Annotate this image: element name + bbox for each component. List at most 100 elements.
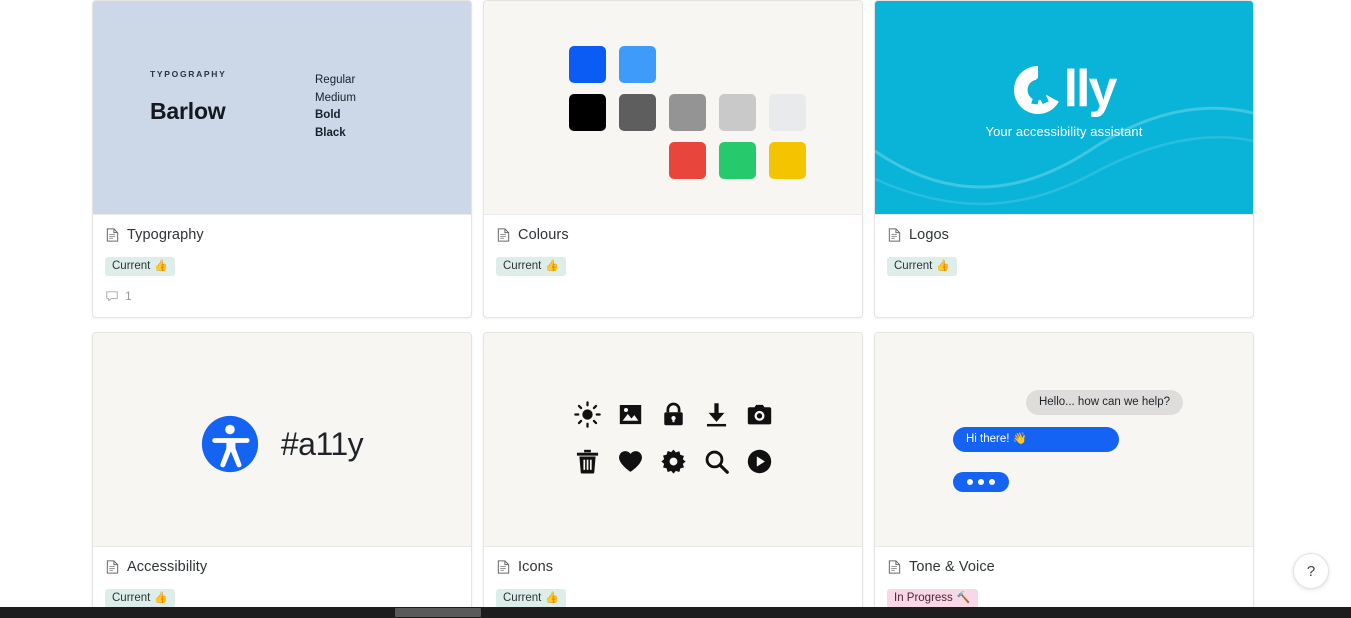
weight-regular: Regular xyxy=(315,74,356,86)
typography-weight-list: Regular Medium Bold Black xyxy=(315,72,356,142)
gallery-card-typography[interactable]: TYPOGRAPHY Barlow Regular Medium Bold Bl… xyxy=(92,0,472,318)
swatch-red xyxy=(669,142,706,179)
document-icon xyxy=(106,560,119,574)
card-title: Accessibility xyxy=(127,559,208,575)
card-title: Icons xyxy=(518,559,554,575)
status-badge[interactable]: Current 👍 xyxy=(496,589,567,608)
gallery-grid: TYPOGRAPHY Barlow Regular Medium Bold Bl… xyxy=(92,0,1254,618)
gear-icon xyxy=(660,449,686,474)
swatch-row-accents xyxy=(669,142,806,179)
document-icon xyxy=(106,228,119,242)
status-badge[interactable]: Current 👍 xyxy=(105,257,176,276)
status-badge-label: Current xyxy=(112,260,151,272)
typography-sample: TYPOGRAPHY Barlow xyxy=(150,69,227,125)
horizontal-scrollbar[interactable] xyxy=(0,607,1351,618)
comment-count-value: 1 xyxy=(125,289,132,303)
gallery-card-tone-and-voice[interactable]: Hello... how can we help? Hi there! 👋 To… xyxy=(874,332,1254,618)
swatch-black xyxy=(569,94,606,131)
search-icon xyxy=(705,450,729,474)
card-body-logos: Logos Current 👍 xyxy=(875,214,1253,317)
hammer-icon: 🔨 xyxy=(956,592,971,604)
status-badge-label: In Progress xyxy=(894,592,953,604)
typing-dots xyxy=(967,479,995,485)
card-title-row: Icons xyxy=(496,559,850,575)
card-preview-tone-and-voice: Hello... how can we help? Hi there! 👋 xyxy=(875,333,1253,546)
logo-wordmark-text: lly xyxy=(1063,60,1118,118)
document-icon xyxy=(888,228,901,242)
gallery-card-colours[interactable]: Colours Current 👍 xyxy=(483,0,863,318)
elly-e-icon xyxy=(1013,66,1059,114)
weight-black: Black xyxy=(315,126,346,139)
swatch-yellow xyxy=(769,142,806,179)
weight-medium: Medium xyxy=(315,91,356,104)
swatch-row-blues xyxy=(569,46,806,83)
heart-icon xyxy=(618,451,642,472)
status-badge[interactable]: In Progress 🔨 xyxy=(887,589,978,608)
logo-tagline: Your accessibility assistant xyxy=(985,124,1143,139)
chat-bubble-incoming: Hello... how can we help? xyxy=(1025,390,1183,415)
chat-row-outgoing: Hi there! 👋 xyxy=(953,427,1183,452)
chat-mockup: Hello... how can we help? Hi there! 👋 xyxy=(953,390,1183,492)
comment-count[interactable]: 1 xyxy=(105,289,459,303)
card-title: Typography xyxy=(127,227,204,243)
play-icon xyxy=(747,449,771,474)
card-title-row: Accessibility xyxy=(105,559,459,575)
card-body-typography: Typography Current 👍 1 xyxy=(93,214,471,317)
help-button[interactable]: ? xyxy=(1293,553,1329,589)
document-icon xyxy=(497,228,510,242)
swatch-blue-600 xyxy=(569,46,606,83)
swatch-grey-300 xyxy=(719,94,756,131)
gallery-card-accessibility[interactable]: #a11y Accessibility Current 👍 xyxy=(92,332,472,618)
card-preview-typography: TYPOGRAPHY Barlow Regular Medium Bold Bl… xyxy=(93,1,471,214)
logo-wordmark: lly xyxy=(1013,60,1118,118)
typography-kicker: TYPOGRAPHY xyxy=(150,69,227,79)
download-icon xyxy=(706,403,726,427)
colour-swatch-grid xyxy=(569,46,806,190)
card-body-colours: Colours Current 👍 xyxy=(484,214,862,317)
status-badge[interactable]: Current 👍 xyxy=(887,257,958,276)
gallery-card-icons[interactable]: Icons Current 👍 xyxy=(483,332,863,618)
chat-row-incoming: Hello... how can we help? xyxy=(953,390,1183,415)
icon-showcase-grid xyxy=(484,401,862,475)
thumbs-up-icon: 👍 xyxy=(154,592,169,604)
gallery-card-logos[interactable]: lly Your accessibility assistant Logos C… xyxy=(874,0,1254,318)
logo-lockup: lly Your accessibility assistant xyxy=(875,63,1253,139)
horizontal-scrollbar-thumb[interactable] xyxy=(395,608,481,617)
weight-bold: Bold xyxy=(315,109,341,121)
typing-dot xyxy=(967,479,973,485)
card-title: Colours xyxy=(518,227,569,243)
help-button-label: ? xyxy=(1306,562,1316,580)
chat-bubble-outgoing: Hi there! 👋 xyxy=(953,427,1119,452)
status-badge[interactable]: Current 👍 xyxy=(496,257,567,276)
status-badge[interactable]: Current 👍 xyxy=(105,589,176,608)
swatch-grey-500 xyxy=(669,94,706,131)
card-preview-logos: lly Your accessibility assistant xyxy=(875,1,1253,214)
status-badge-label: Current xyxy=(112,592,151,604)
thumbs-up-icon: 👍 xyxy=(545,260,560,272)
card-title-row: Colours xyxy=(496,227,850,243)
lock-icon xyxy=(663,402,683,426)
a11y-hashtag: #a11y xyxy=(280,425,364,462)
card-preview-accessibility: #a11y xyxy=(93,333,471,546)
typing-dot xyxy=(978,479,984,485)
card-preview-colours xyxy=(484,1,862,214)
brightness-icon xyxy=(573,401,601,428)
swatch-grey-700 xyxy=(619,94,656,131)
thumbs-up-icon: 👍 xyxy=(936,260,951,272)
accessibility-icon xyxy=(201,415,258,473)
status-badge-label: Current xyxy=(503,260,542,272)
image-icon xyxy=(619,404,641,425)
thumbs-up-icon: 👍 xyxy=(154,260,169,272)
comment-icon xyxy=(106,291,118,302)
card-title-row: Logos xyxy=(887,227,1241,243)
card-preview-icons xyxy=(484,333,862,546)
swatch-blue-400 xyxy=(619,46,656,83)
document-icon xyxy=(497,560,510,574)
camera-icon xyxy=(747,404,771,425)
typing-indicator xyxy=(953,472,1009,492)
thumbs-up-icon: 👍 xyxy=(545,592,560,604)
typing-dot xyxy=(989,479,995,485)
card-title: Logos xyxy=(909,227,950,243)
typography-font-name: Barlow xyxy=(150,98,226,124)
trash-icon xyxy=(576,449,598,474)
